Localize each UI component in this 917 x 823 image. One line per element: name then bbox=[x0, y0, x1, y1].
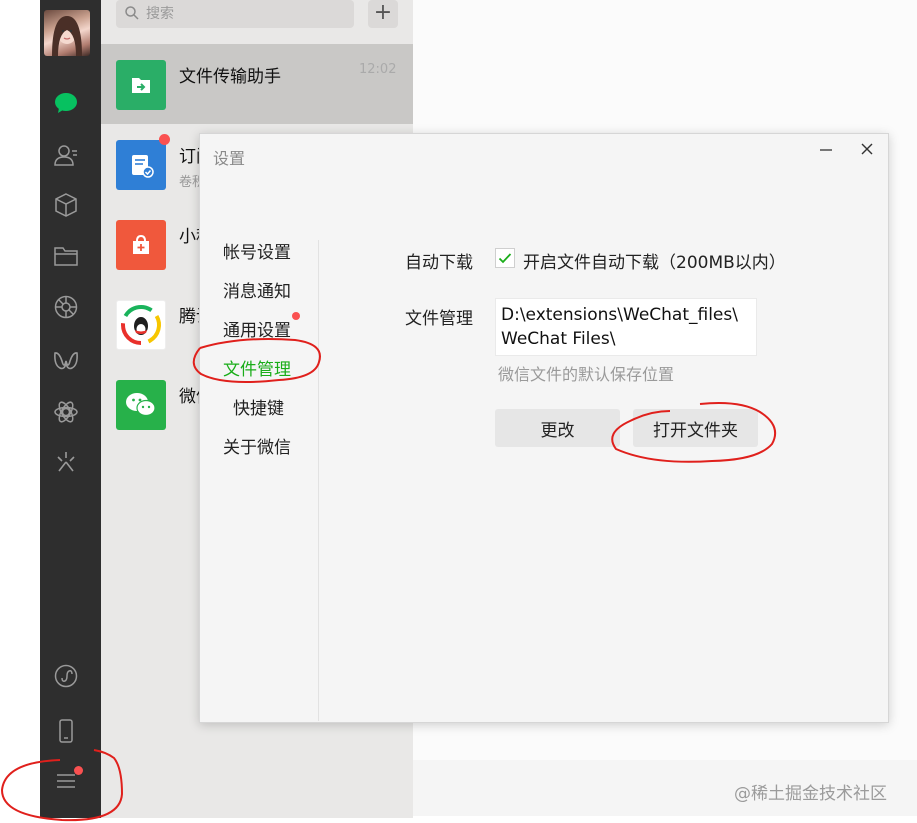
save-path-line2: WeChat Files\ bbox=[501, 329, 616, 349]
nav-notifications[interactable]: 消息通知 bbox=[223, 277, 291, 302]
look-icon[interactable] bbox=[51, 446, 81, 476]
chat-time: 12:02 bbox=[359, 62, 397, 77]
search-icon bbox=[125, 6, 139, 20]
auto-download-label: 自动下载 bbox=[405, 253, 473, 273]
chat-name: 小程序 bbox=[179, 227, 199, 247]
auto-download-checkbox[interactable] bbox=[495, 248, 515, 268]
wechat-icon[interactable] bbox=[116, 380, 166, 430]
avatar[interactable] bbox=[44, 10, 90, 56]
tencent-qq-icon[interactable] bbox=[116, 300, 166, 350]
watermark: @稀土掘金技术社区 bbox=[734, 784, 887, 804]
chat-name: 微信 bbox=[179, 387, 199, 407]
chat-name: 腾讯 bbox=[179, 307, 201, 327]
close-icon[interactable] bbox=[853, 138, 881, 162]
mini-programs-icon[interactable] bbox=[51, 661, 81, 691]
nav-general-settings[interactable]: 通用设置 bbox=[223, 316, 291, 341]
open-folder-button[interactable]: 打开文件夹 bbox=[633, 409, 758, 447]
chat-icon[interactable] bbox=[51, 88, 81, 118]
nav-account-settings[interactable]: 帐号设置 bbox=[223, 238, 291, 263]
phone-icon[interactable] bbox=[51, 716, 81, 746]
favorites-cube-icon[interactable] bbox=[51, 190, 81, 220]
nav-divider bbox=[318, 240, 319, 721]
nav-file-management[interactable]: 文件管理 bbox=[223, 355, 291, 380]
minimize-icon[interactable] bbox=[812, 138, 840, 162]
nav-shortcuts[interactable]: 快捷键 bbox=[233, 394, 284, 419]
search-placeholder: 搜索 bbox=[146, 6, 174, 22]
moments-icon[interactable] bbox=[51, 292, 81, 322]
unread-badge bbox=[159, 134, 170, 145]
add-button[interactable]: + bbox=[368, 0, 398, 28]
search-discover-icon[interactable] bbox=[51, 397, 81, 427]
change-button[interactable]: 更改 bbox=[495, 409, 620, 447]
general-settings-badge bbox=[292, 312, 300, 320]
dialog-title: 设置 bbox=[213, 149, 246, 168]
save-path-hint: 微信文件的默认保存位置 bbox=[498, 365, 675, 384]
nav-about[interactable]: 关于微信 bbox=[223, 433, 291, 458]
channels-icon[interactable] bbox=[51, 346, 81, 376]
folder-icon[interactable] bbox=[51, 241, 81, 271]
menu-badge bbox=[74, 766, 83, 775]
chat-name: 订阅号 bbox=[179, 147, 201, 167]
chat-name: 文件传输助手 bbox=[179, 67, 281, 87]
mini-program-icon[interactable] bbox=[116, 220, 166, 270]
checkmark-icon bbox=[498, 253, 512, 264]
save-path-line1: D:\extensions\WeChat_files\ bbox=[501, 305, 738, 325]
chat-preview: 卷积 bbox=[179, 175, 199, 190]
file-transfer-icon[interactable] bbox=[116, 60, 166, 110]
auto-download-option[interactable]: 开启文件自动下载（200MB以内） bbox=[523, 248, 786, 273]
contacts-icon[interactable] bbox=[51, 140, 81, 170]
subscription-icon[interactable] bbox=[116, 140, 166, 190]
file-management-label: 文件管理 bbox=[405, 309, 473, 329]
